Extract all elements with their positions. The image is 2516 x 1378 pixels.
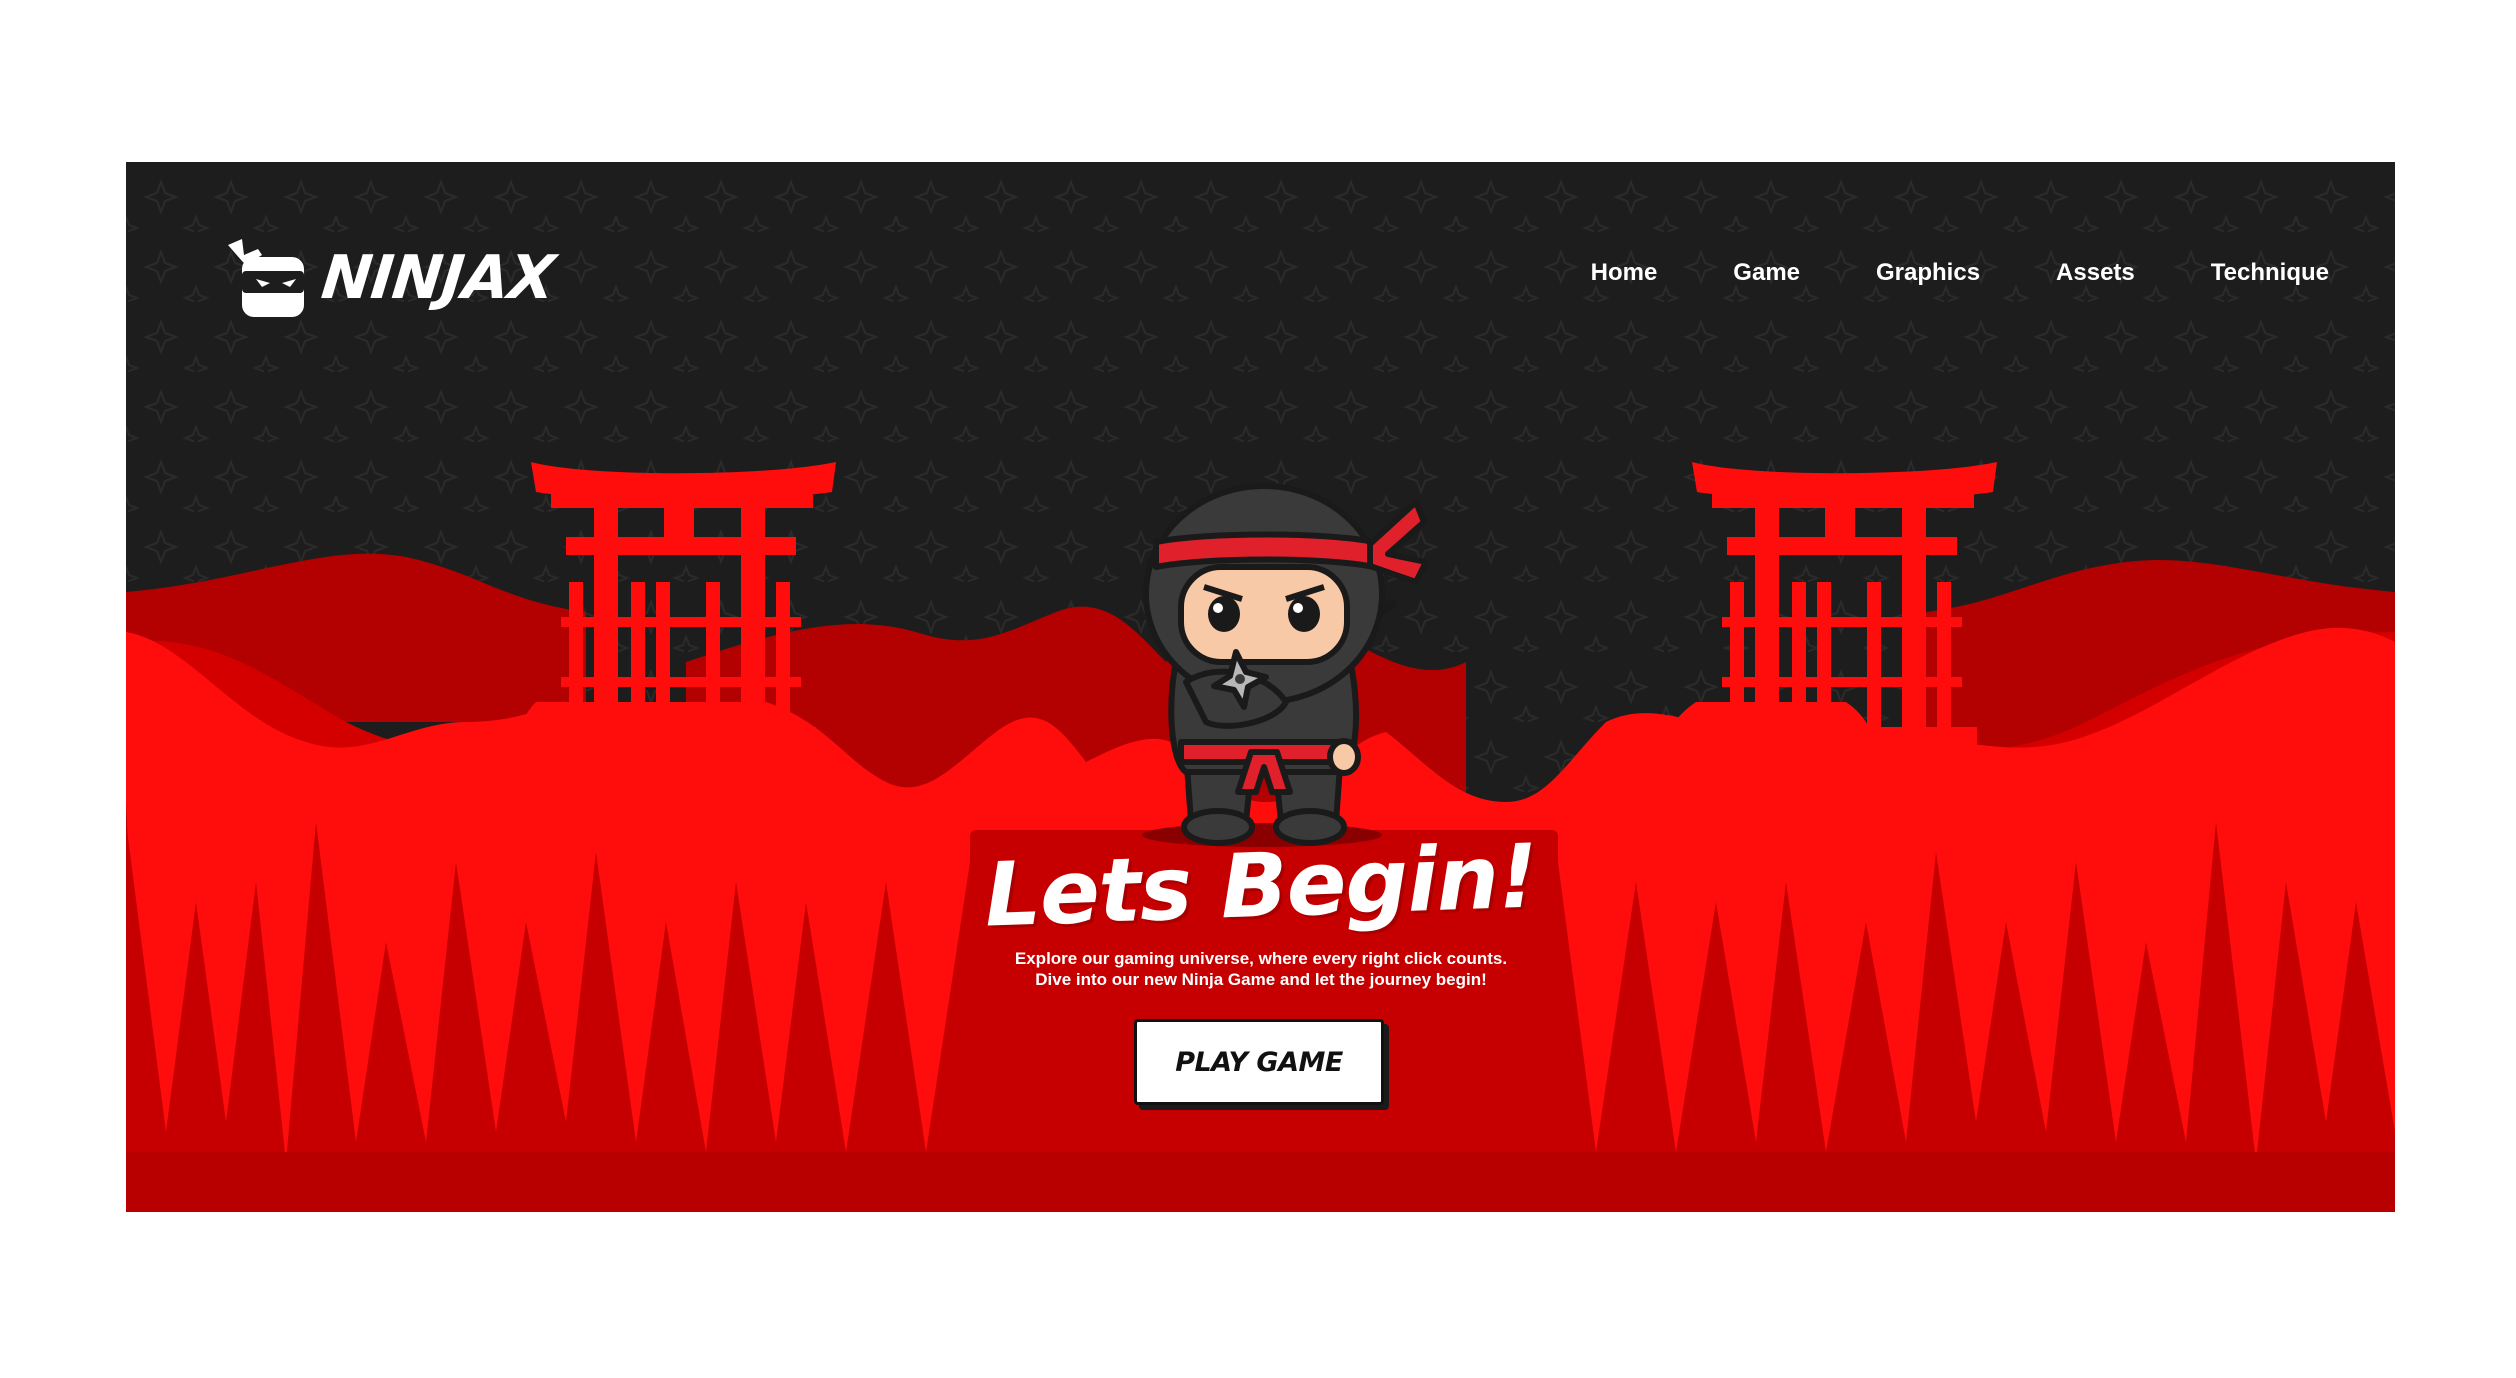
nav-home[interactable]: Home <box>1591 258 1658 288</box>
ninja-mask-icon <box>228 239 304 317</box>
hero-title: Lets Begin! <box>983 824 1539 947</box>
nav-technique[interactable]: Technique <box>2211 258 2329 288</box>
hero-subtitle: Explore our gaming universe, where every… <box>967 948 1555 990</box>
main-nav: Home Game Graphics Assets Technique <box>1591 258 2329 288</box>
hero-subtitle-line-1: Explore our gaming universe, where every… <box>1014 949 1508 968</box>
nav-game[interactable]: Game <box>1733 258 1800 288</box>
hero-section: NINJAX Home Game Graphics Assets Techniq… <box>126 162 2395 1212</box>
brand-logo[interactable]: NINJAX <box>222 232 558 324</box>
brand-name: NINJAX <box>318 243 558 313</box>
hero-subtitle-line-2: Dive into our new Ninja Game and let the… <box>1035 970 1487 989</box>
nav-assets[interactable]: Assets <box>2056 258 2135 288</box>
nav-graphics[interactable]: Graphics <box>1876 258 1980 288</box>
play-game-button-label: PLAY GAME <box>1175 1046 1343 1078</box>
play-game-button[interactable]: PLAY GAME <box>1134 1019 1384 1105</box>
hero-content: Lets Begin! Explore our gaming universe,… <box>967 824 1555 990</box>
